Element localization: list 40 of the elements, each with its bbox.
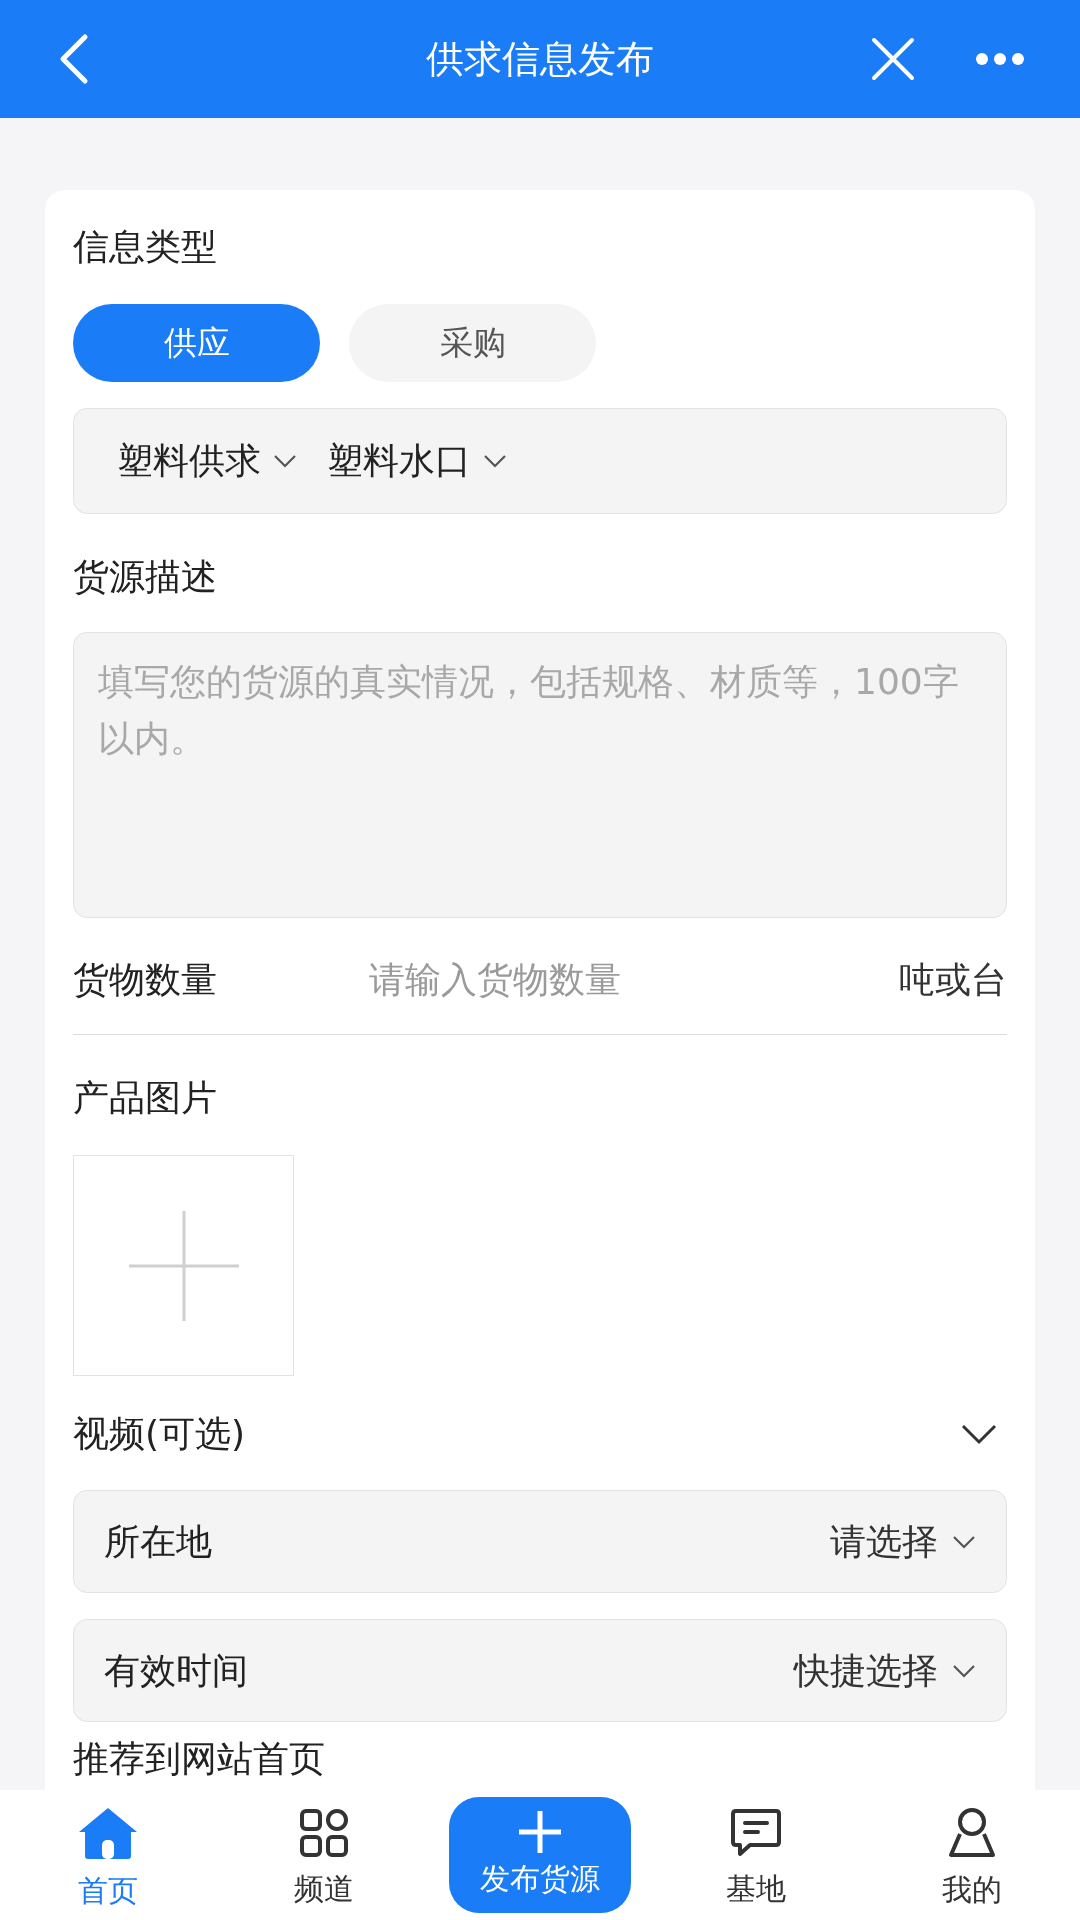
page-title: 供求信息发布 xyxy=(426,35,654,83)
home-icon xyxy=(77,1805,139,1860)
select-row[interactable]: 有效时间 快捷选择 xyxy=(73,1619,1007,1722)
close-icon xyxy=(871,37,915,81)
grid-icon xyxy=(299,1807,349,1858)
unit-label: 吨或台 xyxy=(899,957,1007,1002)
more-icon xyxy=(975,52,1025,66)
select-value: 请选择 xyxy=(830,1519,938,1564)
plus-icon xyxy=(518,1809,562,1854)
nav-tab[interactable]: 我的 xyxy=(942,1798,1002,1912)
nav-tab[interactable]: 基地 xyxy=(726,1799,786,1911)
select-row[interactable]: 所在地 请选择 xyxy=(73,1490,1007,1593)
field-label: 所在地 xyxy=(104,1519,212,1564)
message-icon xyxy=(730,1807,782,1858)
quantity-input[interactable]: 请输入货物数量 xyxy=(369,952,899,1007)
chevron-down-icon xyxy=(483,454,507,468)
nav-tab[interactable]: 频道 xyxy=(294,1799,354,1911)
section-label: 信息类型 xyxy=(73,225,218,269)
chevron-down-icon xyxy=(952,1534,976,1549)
type-option[interactable]: 供应 xyxy=(73,304,320,382)
section-label: 货源描述 xyxy=(73,555,218,599)
category-dropdown[interactable]: 塑料水口 xyxy=(327,434,507,488)
close-button[interactable] xyxy=(871,37,915,81)
description-field[interactable]: 填写您的货源的真实情况，包括规格、材质等，100字以内。 xyxy=(73,632,1007,918)
nav-tab[interactable]: 首页 xyxy=(77,1797,139,1913)
field-label: 货物数量 xyxy=(73,957,218,1002)
select-value: 快捷选择 xyxy=(794,1648,938,1693)
chevron-down-icon xyxy=(273,454,297,468)
person-icon xyxy=(948,1806,996,1859)
type-option[interactable]: 采购 xyxy=(349,304,596,382)
section-label: 产品图片 xyxy=(73,1076,218,1120)
section-label: 视频(可选) xyxy=(73,1412,246,1456)
plus-icon xyxy=(128,1210,239,1321)
publish-button[interactable]: 发布货源 xyxy=(449,1797,631,1913)
field-label: 有效时间 xyxy=(104,1648,248,1693)
chevron-down-icon xyxy=(952,1663,976,1678)
category-dropdown[interactable]: 塑料供求 xyxy=(117,434,297,488)
more-button[interactable] xyxy=(975,52,1025,66)
expand-button[interactable] xyxy=(961,1423,997,1445)
section-label: 推荐到网站首页 xyxy=(73,1737,326,1781)
